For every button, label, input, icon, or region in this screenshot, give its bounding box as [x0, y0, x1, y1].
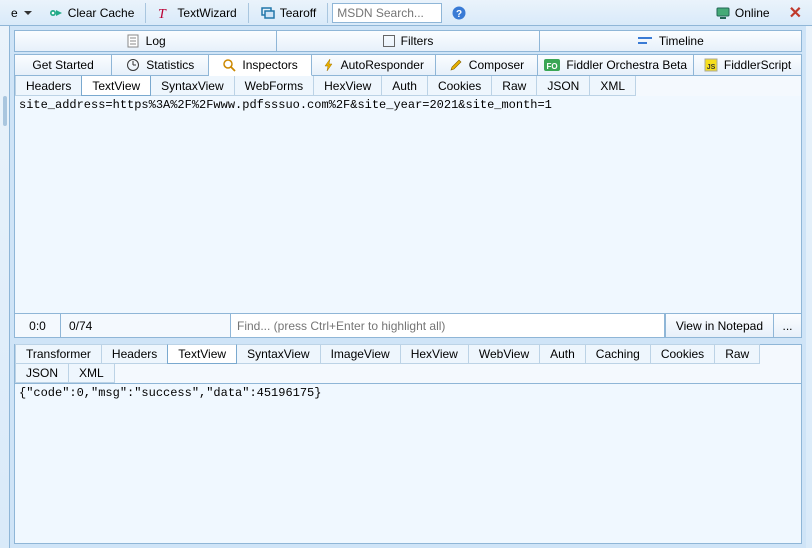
textwizard-button[interactable]: T TextWizard	[150, 2, 243, 24]
resp-tab-imageview[interactable]: ImageView	[320, 344, 401, 364]
help-button[interactable]: ?	[444, 2, 474, 24]
tab-autoresponder[interactable]: AutoResponder	[312, 54, 436, 76]
find-input[interactable]	[231, 314, 665, 337]
svg-text:?: ?	[456, 9, 462, 20]
pencil-icon	[449, 58, 463, 72]
tearoff-icon	[260, 5, 276, 21]
tab-inspectors-label: Inspectors	[242, 58, 297, 72]
tab-autoresponder-label: AutoResponder	[341, 58, 424, 72]
req-tab-hexview[interactable]: HexView	[313, 76, 382, 96]
resp-tab-json[interactable]: JSON	[15, 363, 69, 383]
tab-composer[interactable]: Composer	[436, 54, 539, 76]
response-body-text: {"code":0,"msg":"success","data":4519617…	[19, 386, 321, 400]
msdn-search-input[interactable]	[332, 3, 442, 23]
clock-icon	[126, 58, 140, 72]
tab-composer-label: Composer	[469, 58, 524, 72]
separator	[248, 3, 249, 23]
js-icon: JS	[704, 58, 718, 72]
online-button[interactable]: Online	[708, 2, 777, 24]
resp-tab-raw[interactable]: Raw	[714, 344, 760, 364]
clear-cache-icon	[48, 5, 64, 21]
menu-dropdown[interactable]: e	[4, 2, 39, 24]
right-edge	[806, 26, 812, 548]
tab-statistics-label: Statistics	[146, 58, 194, 72]
main-panel: Log Filters Timeline Get Started Statist…	[10, 26, 806, 548]
resp-tab-xml[interactable]: XML	[68, 363, 115, 383]
tab-log[interactable]: Log	[14, 30, 277, 52]
resp-tab-caching[interactable]: Caching	[585, 344, 651, 364]
tab-get-started-label: Get Started	[32, 58, 93, 72]
view-in-notepad-button[interactable]: View in Notepad	[665, 314, 773, 337]
svg-text:FO: FO	[547, 62, 558, 71]
svg-text:JS: JS	[707, 64, 716, 71]
cursor-position: 0:0	[15, 314, 61, 337]
fo-icon: FO	[544, 58, 560, 72]
tab-orchestra-label: Fiddler Orchestra Beta	[566, 58, 687, 72]
timeline-icon	[637, 35, 653, 47]
more-button[interactable]: ...	[773, 314, 801, 337]
close-button[interactable]: ✕	[783, 3, 808, 23]
view-tabs: Log Filters Timeline	[14, 30, 802, 52]
req-tab-json[interactable]: JSON	[536, 76, 590, 96]
request-textview[interactable]: site_address=https%3A%2F%2Fwww.pdfsssuo.…	[14, 96, 802, 314]
resp-tab-auth[interactable]: Auth	[539, 344, 586, 364]
selection-range: 0/74	[61, 314, 231, 337]
tab-orchestra[interactable]: FO Fiddler Orchestra Beta	[538, 54, 694, 76]
req-tab-headers[interactable]: Headers	[15, 76, 82, 96]
separator	[145, 3, 146, 23]
resp-tab-webview[interactable]: WebView	[468, 344, 540, 364]
tab-filters-label: Filters	[401, 34, 434, 48]
response-inspector-tabs: Transformer Headers TextView SyntaxView …	[14, 344, 802, 384]
req-tab-auth[interactable]: Auth	[381, 76, 428, 96]
monitor-icon	[715, 5, 731, 21]
help-icon: ?	[451, 5, 467, 21]
tab-filters[interactable]: Filters	[277, 30, 539, 52]
req-tab-xml[interactable]: XML	[589, 76, 636, 96]
menu-label: e	[11, 6, 18, 20]
response-textview[interactable]: {"code":0,"msg":"success","data":4519617…	[14, 384, 802, 544]
req-tab-webforms[interactable]: WebForms	[234, 76, 314, 96]
resp-tab-cookies[interactable]: Cookies	[650, 344, 715, 364]
req-tab-textview[interactable]: TextView	[81, 76, 151, 96]
tab-fiddlerscript-label: FiddlerScript	[724, 58, 791, 72]
find-bar: 0:0 0/74 View in Notepad ...	[14, 314, 802, 338]
resp-tab-hexview[interactable]: HexView	[400, 344, 469, 364]
resp-tab-textview[interactable]: TextView	[167, 344, 237, 364]
online-label: Online	[735, 6, 770, 20]
log-icon	[126, 34, 140, 48]
textwizard-label: TextWizard	[177, 6, 236, 20]
request-body-text: site_address=https%3A%2F%2Fwww.pdfsssuo.…	[19, 98, 552, 112]
toolbar: e Clear Cache T TextWizard Tearoff ? Onl…	[0, 0, 812, 26]
tab-inspectors[interactable]: Inspectors	[209, 54, 312, 76]
req-tab-cookies[interactable]: Cookies	[427, 76, 492, 96]
lightning-icon	[323, 58, 335, 72]
tearoff-button[interactable]: Tearoff	[253, 2, 323, 24]
magnifier-icon	[222, 58, 236, 72]
request-inspector-tabs: Headers TextView SyntaxView WebForms Hex…	[14, 76, 802, 96]
left-gutter[interactable]	[0, 26, 10, 548]
req-tab-raw[interactable]: Raw	[491, 76, 537, 96]
svg-text:T: T	[158, 7, 167, 21]
resp-tab-headers[interactable]: Headers	[101, 344, 168, 364]
tab-statistics[interactable]: Statistics	[112, 54, 209, 76]
tool-tabs: Get Started Statistics Inspectors AutoRe…	[14, 54, 802, 76]
clear-cache-button[interactable]: Clear Cache	[41, 2, 142, 24]
tearoff-label: Tearoff	[280, 6, 316, 20]
tab-log-label: Log	[146, 34, 166, 48]
textwizard-icon: T	[157, 5, 173, 21]
filters-checkbox-icon	[383, 35, 395, 47]
resp-tab-syntaxview[interactable]: SyntaxView	[236, 344, 320, 364]
separator	[327, 3, 328, 23]
resp-tab-transformer[interactable]: Transformer	[15, 344, 102, 364]
clear-cache-label: Clear Cache	[68, 6, 135, 20]
tab-timeline-label: Timeline	[659, 34, 704, 48]
req-tab-syntaxview[interactable]: SyntaxView	[150, 76, 234, 96]
tab-timeline[interactable]: Timeline	[540, 30, 802, 52]
tab-get-started[interactable]: Get Started	[14, 54, 112, 76]
tab-fiddlerscript[interactable]: JS FiddlerScript	[694, 54, 802, 76]
